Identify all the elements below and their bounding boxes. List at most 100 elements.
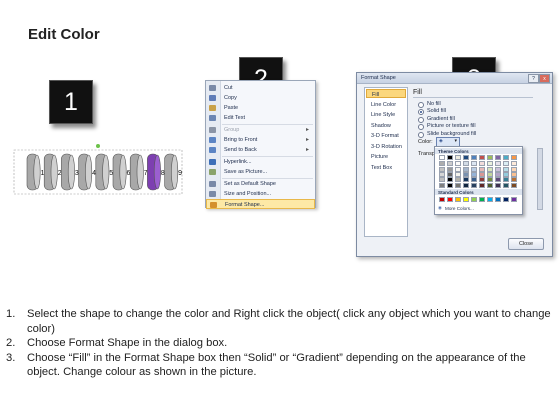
theme-color-swatch[interactable] <box>463 177 469 183</box>
standard-color-swatch[interactable] <box>471 197 477 202</box>
theme-color-swatch[interactable] <box>463 182 469 188</box>
theme-color-swatch[interactable] <box>511 161 517 167</box>
more-colors-link[interactable]: More Colors... <box>445 206 474 211</box>
theme-color-swatch[interactable] <box>511 171 517 177</box>
menu-item-cut[interactable]: Cut <box>206 83 315 93</box>
menu-item-hyperlink[interactable]: Hyperlink... <box>206 157 315 167</box>
theme-color-swatch[interactable] <box>463 155 469 160</box>
theme-color-swatch[interactable] <box>479 182 485 188</box>
theme-color-swatch[interactable] <box>487 177 493 183</box>
nav-item-text-box[interactable]: Text Box <box>366 163 406 172</box>
standard-color-swatch[interactable] <box>447 197 453 202</box>
theme-color-swatch[interactable] <box>439 166 445 172</box>
theme-color-swatch[interactable] <box>447 171 453 177</box>
theme-color-swatch[interactable] <box>487 155 493 160</box>
theme-color-swatch[interactable] <box>455 161 461 167</box>
nav-item-line-color[interactable]: Line Color <box>366 100 406 109</box>
menu-item-group[interactable]: Group ▸ <box>206 125 315 135</box>
menu-item-set-as-default-shape[interactable]: Set as Default Shape <box>206 179 315 189</box>
theme-color-swatch[interactable] <box>503 166 509 172</box>
nav-item-3-d-format[interactable]: 3-D Format <box>366 131 406 140</box>
theme-color-swatch[interactable] <box>439 177 445 183</box>
menu-item-paste[interactable]: Paste <box>206 103 315 113</box>
standard-color-swatch[interactable] <box>487 197 493 202</box>
radio-button[interactable] <box>418 102 424 108</box>
theme-color-swatch[interactable] <box>487 171 493 177</box>
standard-color-swatch[interactable] <box>439 197 445 202</box>
nav-item-shadow[interactable]: Shadow <box>366 121 406 130</box>
theme-color-swatch[interactable] <box>471 182 477 188</box>
theme-color-swatch[interactable] <box>439 171 445 177</box>
theme-color-swatch[interactable] <box>463 171 469 177</box>
theme-color-swatch[interactable] <box>471 161 477 167</box>
theme-color-swatch[interactable] <box>447 166 453 172</box>
theme-color-swatch[interactable] <box>487 161 493 167</box>
theme-color-swatch[interactable] <box>471 155 477 160</box>
theme-color-swatch[interactable] <box>511 166 517 172</box>
menu-item-copy[interactable]: Copy <box>206 93 315 103</box>
nav-item-fill[interactable]: Fill <box>366 89 406 98</box>
theme-color-swatch[interactable] <box>463 161 469 167</box>
help-button[interactable]: ? <box>528 74 539 83</box>
theme-color-swatch[interactable] <box>511 155 517 160</box>
theme-color-swatch[interactable] <box>471 171 477 177</box>
theme-color-swatch[interactable] <box>495 182 501 188</box>
theme-color-swatch[interactable] <box>495 161 501 167</box>
nav-item-3-d-rotation[interactable]: 3-D Rotation <box>366 142 406 151</box>
theme-color-swatch[interactable] <box>503 177 509 183</box>
theme-color-swatch[interactable] <box>447 161 453 167</box>
nav-item-picture[interactable]: Picture <box>366 152 406 161</box>
theme-color-swatch[interactable] <box>455 182 461 188</box>
theme-color-swatch[interactable] <box>495 177 501 183</box>
theme-color-swatch[interactable] <box>447 182 453 188</box>
theme-color-swatch[interactable] <box>455 166 461 172</box>
theme-color-swatch[interactable] <box>479 171 485 177</box>
standard-color-swatch[interactable] <box>503 197 509 202</box>
dialog-close-button[interactable]: Close <box>508 238 544 250</box>
dialog-scrollbar[interactable] <box>537 148 543 210</box>
rotation-handle[interactable] <box>96 144 100 148</box>
theme-color-swatch[interactable] <box>479 155 485 160</box>
theme-color-swatch[interactable] <box>479 166 485 172</box>
theme-color-swatch[interactable] <box>495 171 501 177</box>
theme-color-swatch[interactable] <box>447 177 453 183</box>
menu-item-send-to-back[interactable]: Send to Back ▸ <box>206 145 315 155</box>
theme-color-swatch[interactable] <box>495 155 501 160</box>
standard-color-swatch[interactable] <box>479 197 485 202</box>
menu-item-bring-to-front[interactable]: Bring to Front ▸ <box>206 135 315 145</box>
theme-color-swatch[interactable] <box>503 161 509 167</box>
shapes-group[interactable]: 123456789 <box>10 142 188 210</box>
theme-color-swatch[interactable] <box>463 166 469 172</box>
theme-color-swatch[interactable] <box>439 182 445 188</box>
standard-color-swatch[interactable] <box>511 197 517 202</box>
theme-color-swatch[interactable] <box>455 155 461 160</box>
theme-color-swatch[interactable] <box>503 155 509 160</box>
radio-button[interactable] <box>418 116 424 123</box>
standard-color-swatch[interactable] <box>455 197 461 202</box>
theme-color-swatch[interactable] <box>439 161 445 167</box>
theme-color-swatch[interactable] <box>447 155 453 160</box>
theme-color-swatch[interactable] <box>487 182 493 188</box>
menu-item-size-and-position[interactable]: Size and Position... <box>206 189 315 199</box>
nav-item-line-style[interactable]: Line Style <box>366 110 406 119</box>
theme-color-swatch[interactable] <box>439 155 445 160</box>
menu-item-save-as-picture[interactable]: Save as Picture... <box>206 167 315 177</box>
theme-color-swatch[interactable] <box>495 166 501 172</box>
dialog-close-icon[interactable]: x <box>539 74 550 83</box>
standard-color-swatch[interactable] <box>463 197 469 202</box>
standard-color-swatch[interactable] <box>495 197 501 202</box>
theme-color-swatch[interactable] <box>511 177 517 183</box>
menu-item-format-shape[interactable]: Format Shape... <box>206 199 315 209</box>
menu-item-edit-text[interactable]: Edit Text <box>206 113 315 123</box>
theme-color-swatch[interactable] <box>455 171 461 177</box>
theme-color-swatch[interactable] <box>503 171 509 177</box>
theme-color-swatch[interactable] <box>487 166 493 172</box>
radio-button[interactable] <box>418 131 424 138</box>
theme-color-swatch[interactable] <box>479 177 485 183</box>
theme-color-swatch[interactable] <box>471 177 477 183</box>
theme-color-swatch[interactable] <box>503 182 509 188</box>
theme-color-swatch[interactable] <box>455 177 461 183</box>
theme-color-swatch[interactable] <box>471 166 477 172</box>
theme-color-swatch[interactable] <box>479 161 485 167</box>
theme-color-swatch[interactable] <box>511 182 517 188</box>
